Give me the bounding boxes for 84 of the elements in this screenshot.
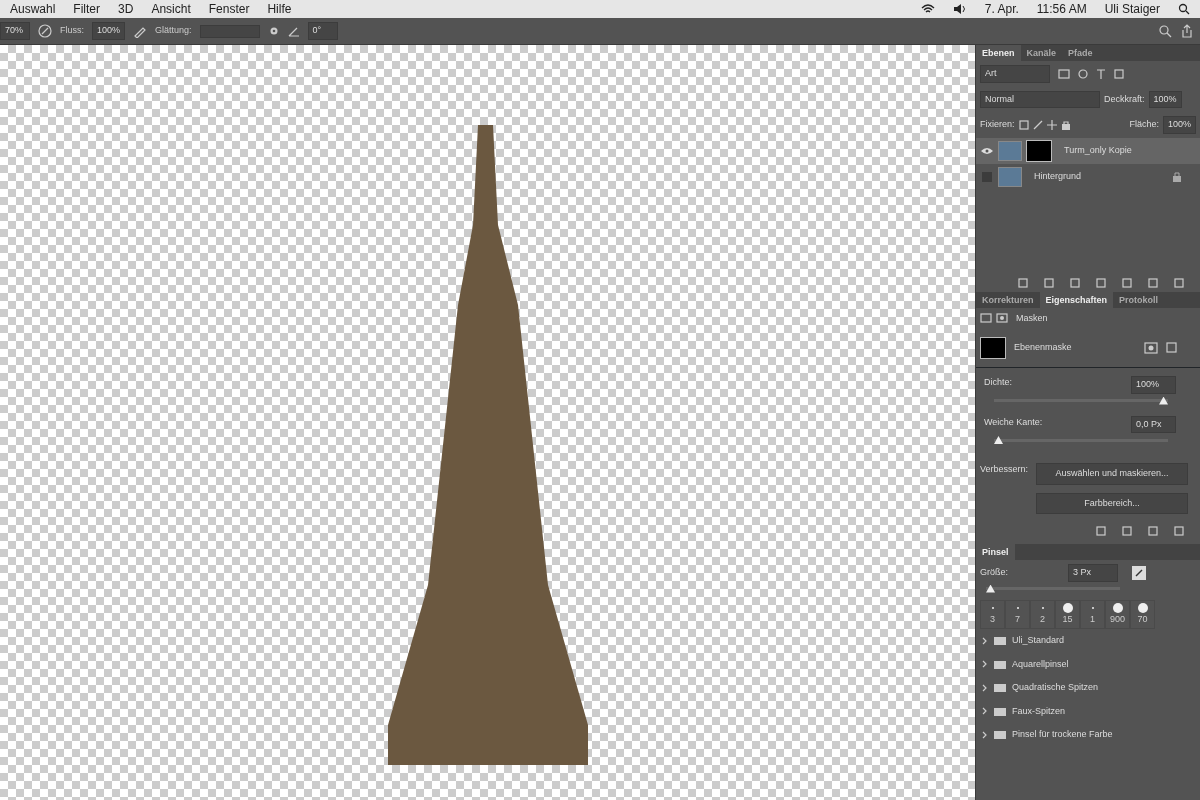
brush-preset[interactable]: 70 xyxy=(1130,599,1155,629)
menu-item[interactable]: Auswahl xyxy=(10,0,56,18)
brush-preset[interactable]: 1 xyxy=(1080,599,1105,629)
brush-preset[interactable]: 15 xyxy=(1055,599,1080,629)
opacity-field[interactable]: 100% xyxy=(1148,90,1182,108)
section-title: Masken xyxy=(1016,311,1048,325)
flow-field[interactable]: 100% xyxy=(92,22,126,40)
panel-tab[interactable]: Ebenen xyxy=(976,45,1021,61)
search-icon[interactable] xyxy=(1178,3,1190,15)
lock-icon[interactable] xyxy=(1060,119,1071,130)
menu-item[interactable]: Filter xyxy=(73,0,101,18)
chevron-icon xyxy=(982,660,988,669)
chevron-icon xyxy=(982,730,988,739)
panel-tab[interactable]: Kanäle xyxy=(1020,45,1063,61)
menu-date: 7. Apr. xyxy=(984,1,1019,18)
blend-mode-dropdown[interactable]: Normal xyxy=(980,90,1100,108)
smoothing-label: Glättung: xyxy=(155,24,192,38)
folder-name: Faux-Spitzen xyxy=(1012,704,1066,718)
move-icon[interactable] xyxy=(1046,119,1057,130)
opacity-label: Deckkraft: xyxy=(1104,92,1145,106)
brush-preset[interactable]: 900 xyxy=(1105,599,1130,629)
slider-value[interactable]: 100% xyxy=(1131,376,1176,394)
menu-time: 11:56 AM xyxy=(1036,1,1087,18)
panel-tab[interactable]: Pinsel xyxy=(976,544,1015,560)
type-filter-icon[interactable] xyxy=(1096,68,1106,79)
slider-thumb[interactable] xyxy=(1159,396,1168,405)
chevron-icon xyxy=(982,683,988,692)
menu-item[interactable]: Ansicht xyxy=(151,0,191,18)
layer-row[interactable]: Turm_only Kopie xyxy=(976,137,1200,164)
folder-name: Aquarellpinsel xyxy=(1012,657,1069,671)
brush-folder[interactable]: Uli_Standard xyxy=(976,629,1200,653)
panel-tab[interactable]: Eigenschaften xyxy=(1039,291,1114,308)
brush-preset[interactable]: 3 xyxy=(980,599,1005,629)
menu-item[interactable]: Fenster xyxy=(208,0,250,18)
vector-mask-icon[interactable] xyxy=(996,313,1008,324)
folder-name: Uli_Standard xyxy=(1012,634,1065,647)
brush-folder[interactable]: Faux-Spitzen xyxy=(976,699,1200,723)
panel-button[interactable]: Auswählen und maskieren... xyxy=(1036,463,1189,485)
shape-filter-icon[interactable] xyxy=(1114,68,1124,79)
fill-field[interactable]: 100% xyxy=(1162,116,1196,134)
panel-tab[interactable]: Pfade xyxy=(1062,45,1099,61)
panel-tab[interactable]: Protokoll xyxy=(1113,291,1165,308)
flow-label: Fluss: xyxy=(60,24,84,38)
size-label: Größe: xyxy=(980,566,1009,579)
slider-thumb[interactable] xyxy=(986,584,995,593)
layer-name: Hintergrund xyxy=(1034,169,1083,183)
angle-field[interactable]: 0° xyxy=(307,22,338,40)
wifi-icon[interactable] xyxy=(920,3,935,15)
brush-folder[interactable]: Aquarellpinsel xyxy=(976,652,1200,676)
layer-row[interactable]: Hintergrund xyxy=(976,163,1200,190)
folder-name: Quadratische Spitzen xyxy=(1012,681,1099,694)
brush-folder[interactable]: Quadratische Spitzen xyxy=(976,676,1200,700)
slider-label: Weiche Kante: xyxy=(984,415,1043,429)
panel-tab[interactable]: Korrekturen xyxy=(976,291,1040,308)
slider-thumb[interactable] xyxy=(994,436,1003,444)
user-name[interactable]: Uli Staiger xyxy=(1104,0,1160,18)
folder-name: Pinsel für trockene Farbe xyxy=(1012,728,1113,741)
size-field[interactable]: 3 Px xyxy=(1068,564,1118,582)
refine-label: Verbessern: xyxy=(980,463,1029,476)
slider-label: Dichte: xyxy=(984,376,1012,389)
menu-item[interactable]: Hilfe xyxy=(267,0,292,18)
brush-preset[interactable]: 7 xyxy=(1005,599,1030,629)
chevron-icon xyxy=(982,707,988,716)
layer-thumbnail xyxy=(998,166,1022,187)
menu-item[interactable]: 3D xyxy=(118,0,134,18)
volume-icon[interactable] xyxy=(952,3,967,15)
chevron-icon xyxy=(982,636,988,645)
brush-preset[interactable]: 2 xyxy=(1030,599,1055,629)
layer-name: Turm_only Kopie xyxy=(1064,143,1133,157)
panel-button[interactable]: Farbbereich... xyxy=(1036,492,1189,514)
share-icon[interactable] xyxy=(1180,24,1194,38)
layer-thumbnail xyxy=(998,140,1022,161)
fill-label: Fläche: xyxy=(1129,118,1159,131)
lock-label: Fixieren: xyxy=(980,118,1015,131)
mask-thumbnail xyxy=(980,337,1006,359)
layer-filter-field[interactable]: Art xyxy=(980,65,1050,83)
angle-icon[interactable] xyxy=(287,25,300,37)
brush-folder[interactable]: Pinsel für trockene Farbe xyxy=(976,723,1200,747)
mask-label: Ebenenmaske xyxy=(1014,341,1073,355)
adjustment-filter-icon[interactable] xyxy=(1078,68,1088,79)
brush-settings-icon[interactable] xyxy=(1132,565,1146,580)
slider-value[interactable]: 0,0 Px xyxy=(1131,415,1176,433)
image-filter-icon[interactable] xyxy=(1058,68,1070,79)
zoom-field[interactable]: 70% xyxy=(0,22,30,40)
